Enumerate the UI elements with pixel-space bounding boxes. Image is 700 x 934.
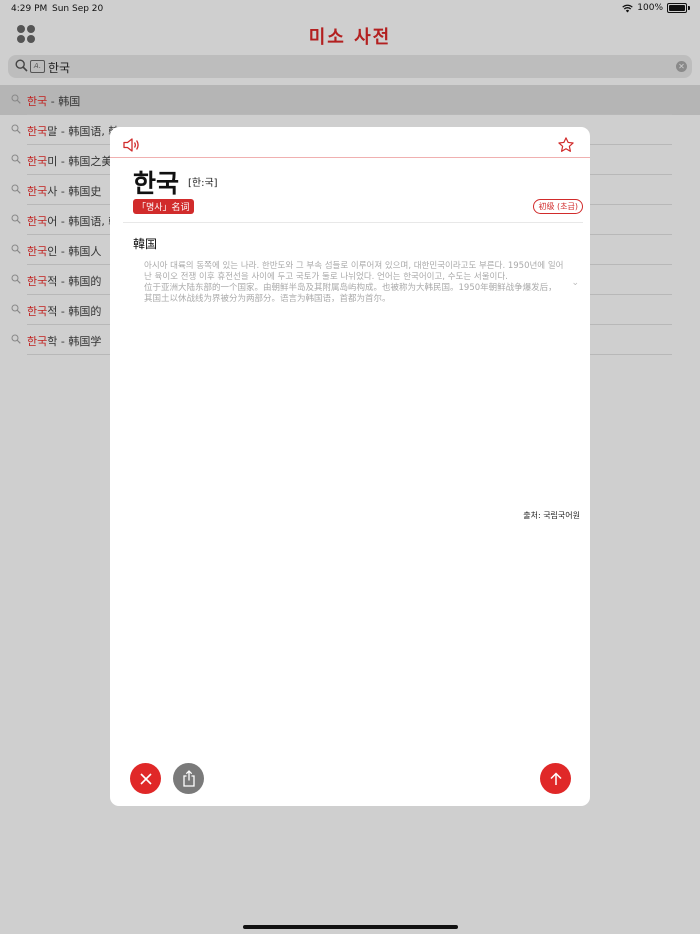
search-icon bbox=[11, 124, 21, 134]
share-icon bbox=[182, 770, 195, 787]
result-rest: 적 - 韩国的 bbox=[47, 275, 102, 288]
definition-korean: 아시아 대륙의 동쪽에 있는 나라. 한반도와 그 부속 섬들로 이루어져 있으… bbox=[144, 261, 564, 282]
result-rest: 말 - 韩国语, 韩 bbox=[47, 125, 120, 138]
result-row[interactable]: 한국 - 韩国 bbox=[0, 85, 700, 115]
search-icon bbox=[11, 154, 21, 164]
result-label: 한국적 - 韩国的 bbox=[27, 273, 101, 289]
app-title: 미소 사전 bbox=[308, 27, 392, 48]
home-indicator bbox=[243, 925, 458, 929]
result-rest: 인 - 韩国人 bbox=[47, 245, 102, 258]
battery-percent: 100% bbox=[637, 3, 663, 13]
close-button[interactable] bbox=[130, 763, 161, 794]
search-icon bbox=[11, 334, 21, 344]
result-label: 한국 - 韩国 bbox=[27, 93, 80, 109]
result-label: 한국적 - 韩国的 bbox=[27, 303, 101, 319]
status-time: 4:29 PM bbox=[11, 4, 48, 14]
result-label: 한국학 - 韩国学 bbox=[27, 333, 101, 349]
close-icon bbox=[139, 772, 152, 785]
pos-badge: 「명사」名词 bbox=[133, 199, 194, 214]
clear-search-icon[interactable]: ✕ bbox=[676, 61, 687, 72]
result-rest: 어 - 韩国语, 韩 bbox=[47, 215, 120, 228]
search-icon bbox=[11, 304, 21, 314]
status-date: Sun Sep 20 bbox=[52, 4, 104, 14]
result-rest: 학 - 韩国学 bbox=[47, 335, 102, 348]
share-button[interactable] bbox=[173, 763, 204, 794]
wifi-icon bbox=[622, 4, 634, 12]
entry-card: 한국 [한:국] 「명사」名词 初级 (초급) 韓国 아시아 대륙의 동쪽에 있… bbox=[110, 127, 590, 806]
result-label: 한국말 - 韩国语, 韩 bbox=[27, 123, 119, 139]
result-rest: 사 - 韩国史 bbox=[47, 185, 102, 198]
result-rest: - 韩国 bbox=[47, 95, 81, 108]
result-highlight: 한국 bbox=[27, 155, 48, 168]
search-icon bbox=[11, 214, 21, 224]
search-icon bbox=[11, 94, 21, 104]
result-rest: 적 - 韩国的 bbox=[47, 305, 102, 318]
scroll-top-button[interactable] bbox=[540, 763, 571, 794]
result-label: 한국미 - 韩国之美 bbox=[27, 153, 112, 169]
result-highlight: 한국 bbox=[27, 305, 48, 318]
battery-icon bbox=[667, 3, 687, 13]
handwriting-icon[interactable]: A. bbox=[30, 60, 45, 73]
header-divider bbox=[110, 157, 590, 158]
search-icon bbox=[11, 184, 21, 194]
result-label: 한국인 - 韩国人 bbox=[27, 243, 101, 259]
search-input[interactable]: 한국 bbox=[48, 59, 70, 76]
result-highlight: 한국 bbox=[27, 335, 48, 348]
result-label: 한국사 - 韩国史 bbox=[27, 183, 101, 199]
result-highlight: 한국 bbox=[27, 95, 48, 108]
result-highlight: 한국 bbox=[27, 245, 48, 258]
arrow-up-icon bbox=[549, 771, 562, 785]
divider bbox=[123, 222, 583, 223]
search-icon bbox=[11, 274, 21, 284]
result-highlight: 한국 bbox=[27, 125, 48, 138]
result-label: 한국어 - 韩国语, 韩 bbox=[27, 213, 119, 229]
speaker-icon[interactable] bbox=[123, 137, 141, 153]
result-rest: 미 - 韩国之美 bbox=[47, 155, 113, 168]
result-highlight: 한국 bbox=[27, 185, 48, 198]
result-highlight: 한국 bbox=[27, 275, 48, 288]
search-bar[interactable]: A. 한국 ✕ bbox=[8, 55, 692, 78]
definition[interactable]: 아시아 대륙의 동쪽에 있는 나라. 한반도와 그 부속 섬들로 이루어져 있으… bbox=[144, 261, 564, 305]
status-bar: 4:29 PM Sun Sep 20 100% bbox=[0, 0, 700, 18]
star-icon[interactable] bbox=[557, 136, 575, 154]
pronunciation: [한:국] bbox=[188, 178, 218, 189]
meaning: 韓国 bbox=[133, 237, 158, 251]
definition-chinese: 位于亚洲大陆东部的一个国家。由朝鲜半岛及其附属岛屿构成。也被称为大韩民国。195… bbox=[144, 283, 557, 304]
status-right: 100% bbox=[622, 3, 690, 13]
level-badge: 初级 (초급) bbox=[533, 199, 583, 214]
search-icon bbox=[11, 244, 21, 254]
result-highlight: 한국 bbox=[27, 215, 48, 228]
source-label: 출처: 국립국어원 bbox=[523, 511, 580, 520]
headword: 한국 bbox=[133, 169, 180, 198]
battery-tip bbox=[688, 6, 690, 10]
chevron-down-icon[interactable]: ⌄ bbox=[571, 278, 579, 288]
search-icon bbox=[15, 59, 28, 72]
